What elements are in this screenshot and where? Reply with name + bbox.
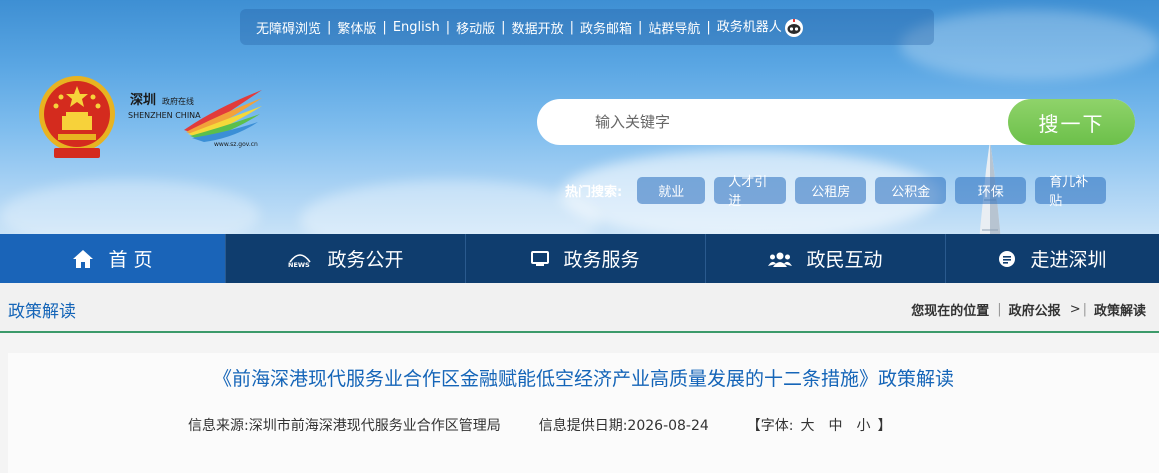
site-navigation-link[interactable]: 站群导航 — [642, 18, 706, 37]
hot-tag-public-housing[interactable]: 公租房 — [795, 176, 867, 204]
gov-robot-label: 政务机器人 — [716, 20, 782, 36]
gov-robot-link[interactable]: 政务机器人 — [711, 16, 810, 38]
accessibility-link[interactable]: 无障碍浏览 — [250, 18, 327, 37]
hot-tag-housing-fund[interactable]: 公积金 — [875, 176, 947, 204]
top-link-bar: 无障碍浏览 | 繁体版 | English | 移动版 | 数据开放 | 政务邮… — [240, 9, 934, 45]
home-icon — [72, 249, 94, 269]
breadcrumb: 您现在的位置 | 政府公报 > | 政策解读 — [911, 300, 1153, 319]
monitor-icon — [531, 250, 550, 267]
cloud-decoration — [900, 10, 1159, 80]
nav-interaction-label: 政民互动 — [806, 249, 883, 271]
search-box: 搜一下 — [537, 99, 1135, 145]
nav-interaction[interactable]: 政民互动 — [706, 234, 946, 283]
logo-en-text: SHENZHEN CHINA — [128, 111, 201, 120]
header-banner: 无障碍浏览 | 繁体版 | English | 移动版 | 数据开放 | 政务邮… — [0, 0, 1159, 234]
article-title: 《前海深港现代服务业合作区金融赋能低空经济产业高质量发展的十二条措施》政策解读 — [212, 368, 954, 390]
cloud-decoration — [300, 180, 600, 234]
shenzhen-logo: 深圳 政府在线 SHENZHEN CHINA www.sz.gov.cn — [128, 90, 262, 148]
english-link[interactable]: English — [387, 20, 446, 35]
breadcrumb-gov-gazette[interactable]: 政府公报 — [1002, 300, 1068, 319]
nav-gov-affairs-open[interactable]: NEWS 政务公开 — [226, 234, 466, 283]
nav-gov-services[interactable]: 政务服务 — [466, 234, 706, 283]
breadcrumb-location-label: 您现在的位置 — [911, 304, 990, 319]
font-size-large[interactable]: 大 — [794, 415, 822, 435]
font-size-label: 【字体: — [746, 418, 794, 434]
hot-search-label: 热门搜索: — [565, 184, 623, 200]
national-emblem-icon — [39, 76, 115, 158]
logo-cn-text: 深圳 — [130, 92, 156, 108]
breadcrumb-bar: 政策解读 您现在的位置 | 政府公报 > | 政策解读 — [0, 283, 1159, 333]
font-size-control: 【字体: 大 中 小 】 — [747, 415, 892, 435]
hot-tag-employment[interactable]: 就业 — [637, 176, 706, 204]
article-meta: 信息来源:深圳市前海深港现代服务业合作区管理局 信息提供日期:2026-08-2… — [188, 415, 892, 435]
robot-icon — [784, 18, 803, 37]
article-header: 《前海深港现代服务业合作区金融赋能低空经济产业高质量发展的十二条措施》政策解读 … — [8, 353, 1159, 473]
logo-subtitle: 政府在线 — [162, 96, 194, 106]
breadcrumb-arrow: > — [1069, 302, 1081, 317]
people-icon — [768, 251, 793, 267]
breadcrumb-policy-interpretation[interactable]: 政策解读 — [1087, 300, 1153, 319]
traditional-chinese-link[interactable]: 繁体版 — [331, 18, 382, 37]
mobile-version-link[interactable]: 移动版 — [450, 18, 501, 37]
font-size-medium[interactable]: 中 — [822, 415, 850, 435]
svg-text:NEWS: NEWS — [288, 261, 310, 268]
nav-gov-affairs-open-label: 政务公开 — [327, 249, 404, 271]
gov-mail-link[interactable]: 政务邮箱 — [574, 18, 638, 37]
section-title: 政策解读 — [8, 302, 76, 322]
nav-explore-shenzhen-label: 走进深圳 — [1030, 249, 1107, 271]
info-source: 信息来源:深圳市前海深港现代服务业合作区管理局 — [188, 418, 501, 434]
nav-gov-services-label: 政务服务 — [563, 249, 640, 271]
cloud-decoration — [0, 180, 260, 234]
search-input[interactable] — [595, 113, 995, 131]
news-icon: NEWS — [287, 250, 313, 268]
logo-url: www.sz.gov.cn — [214, 141, 258, 148]
open-data-link[interactable]: 数据开放 — [506, 18, 570, 37]
nav-home[interactable]: 首 页 — [0, 234, 226, 283]
hot-tag-talent[interactable]: 人才引进 — [714, 175, 787, 209]
hot-tag-environment[interactable]: 环保 — [955, 176, 1027, 204]
main-nav: 首 页 NEWS 政务公开 政务服务 政民互动 走进深圳 — [0, 234, 1159, 283]
chat-bubble-icon — [998, 250, 1016, 268]
font-size-close: 】 — [877, 418, 892, 434]
nav-explore-shenzhen[interactable]: 走进深圳 — [946, 234, 1159, 283]
font-size-small[interactable]: 小 — [850, 415, 878, 435]
search-button[interactable]: 搜一下 — [1008, 99, 1135, 145]
info-date: 信息提供日期:2026-08-24 — [538, 418, 709, 434]
nav-home-label: 首 页 — [108, 249, 153, 271]
hot-search: 热门搜索: 就业 人才引进 公租房 公积金 环保 育儿补贴 — [565, 175, 1115, 209]
hot-tag-childcare-subsidy[interactable]: 育儿补贴 — [1035, 175, 1107, 209]
